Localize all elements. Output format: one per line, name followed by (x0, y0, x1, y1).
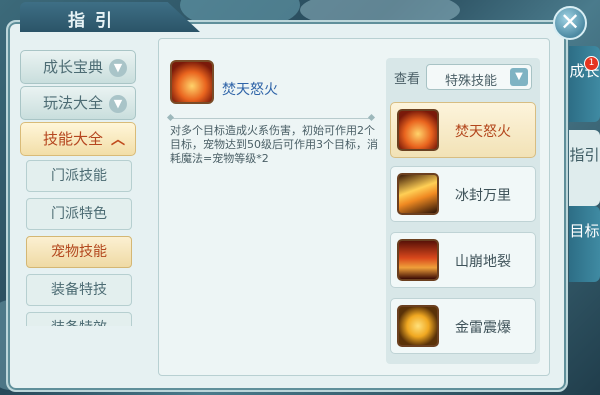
skill-type-dropdown[interactable]: 特殊技能 ▼ (426, 64, 532, 90)
fire-burst-icon (397, 109, 439, 151)
subcategory-equipment-effects[interactable]: 装备特效 (26, 312, 132, 326)
skill-title: 焚天怒火 (222, 82, 278, 98)
category-label: 成长宝典 (43, 58, 104, 76)
skill-item-name: 冰封万里 (455, 188, 511, 204)
skill-item-fire[interactable]: 焚天怒火 (390, 102, 536, 158)
skill-description: 对多个目标造成火系伤害，初始可作用2个目标，宠物达到50级后可作用3个目标，消耗… (170, 124, 378, 165)
category-skills[interactable]: 技能大全 ︿ (20, 122, 136, 156)
skill-item-name: 焚天怒火 (455, 124, 511, 140)
notification-badge: 1 (584, 56, 599, 71)
subcategory-sect-features[interactable]: 门派特色 (26, 198, 132, 230)
subcategory-equipment-skills[interactable]: 装备特技 (26, 274, 132, 306)
close-button[interactable]: ✕ (553, 6, 587, 40)
earth-crack-icon (397, 239, 439, 281)
skill-item-ice[interactable]: 冰封万里 (390, 166, 536, 222)
subcategory-sect-skills[interactable]: 门派技能 (26, 160, 132, 192)
category-gameplay[interactable]: 玩法大全 ▼ (20, 86, 136, 120)
category-label: 技能大全 (43, 130, 104, 148)
tab-goal[interactable]: 目标 (569, 206, 600, 282)
category-list: 成长宝典 ▼ 玩法大全 ▼ 技能大全 ︿ 门派技能 门派特色 宠物技能 装备特技… (14, 40, 144, 326)
tab-guide[interactable]: 指引 (569, 130, 600, 206)
dropdown-value: 特殊技能 (445, 74, 498, 89)
category-growth-guide[interactable]: 成长宝典 ▼ (20, 50, 136, 84)
fire-burst-icon (170, 60, 214, 104)
chevron-up-icon: ︿ (111, 132, 125, 148)
chevron-down-icon: ▼ (109, 59, 127, 77)
filter-label: 查看 (394, 72, 421, 87)
chevron-down-icon: ▼ (109, 95, 127, 113)
skill-item-name: 金雷震爆 (455, 320, 511, 336)
skill-item-earth[interactable]: 山崩地裂 (390, 232, 536, 288)
skill-item-name: 山崩地裂 (455, 254, 511, 270)
thunder-orb-icon (397, 305, 439, 347)
page-title: 指引 (68, 11, 122, 31)
chevron-down-icon: ▼ (510, 68, 528, 86)
divider (170, 118, 372, 119)
subcategory-pet-skills[interactable]: 宠物技能 (26, 236, 132, 268)
skill-item-thunder[interactable]: 金雷震爆 (390, 298, 536, 354)
category-label: 玩法大全 (43, 94, 104, 112)
ice-shards-icon (397, 173, 439, 215)
